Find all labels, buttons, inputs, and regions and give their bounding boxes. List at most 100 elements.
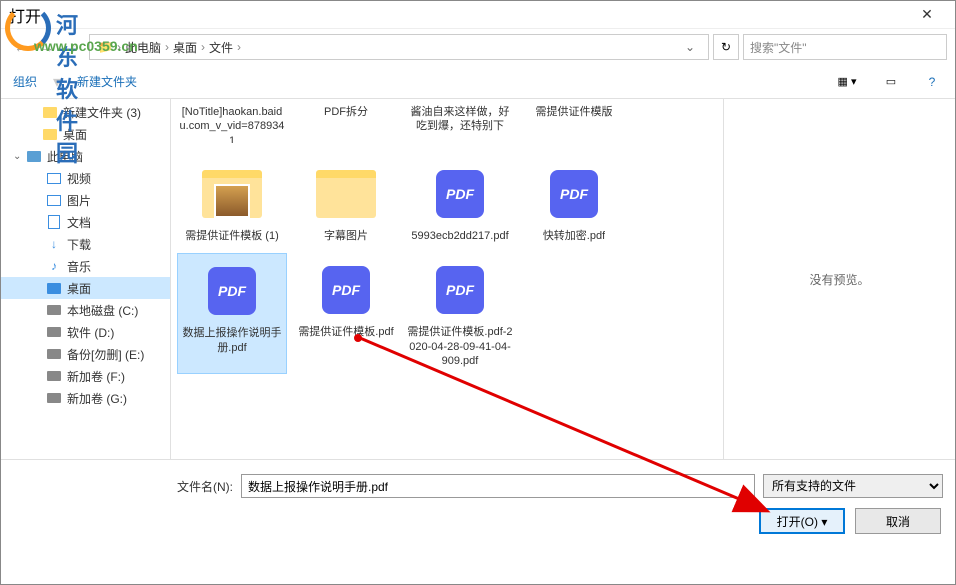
file-label: 需提供证件模板 (1) xyxy=(185,229,279,243)
filename-input[interactable] xyxy=(241,474,755,498)
organize-button[interactable]: 组织 xyxy=(13,73,37,90)
sidebar-item[interactable]: 新建文件夹 (3) xyxy=(1,101,170,123)
title-bar: 打开 ✕ xyxy=(1,1,955,29)
forward-button[interactable]: → xyxy=(35,35,59,59)
img-icon xyxy=(45,192,63,208)
sidebar-item[interactable]: 桌面 xyxy=(1,123,170,145)
sidebar-item-label: 新建文件夹 (3) xyxy=(63,104,141,121)
file-label: 数据上报操作说明手册.pdf xyxy=(180,326,284,355)
breadcrumb-part[interactable]: 桌面 xyxy=(173,39,197,56)
toolbar: 组织 ▾ 新建文件夹 ▦ ▾ ▭ ? xyxy=(1,65,955,99)
disk-icon xyxy=(45,390,63,406)
nav-bar: ← → ↑ 📁 › 此电脑 › 桌面 › 文件 › ⌄ ↻ 搜索"文件" xyxy=(1,29,955,65)
sidebar-item-label: 软件 (D:) xyxy=(67,324,114,341)
breadcrumb-part[interactable]: 此电脑 xyxy=(125,39,161,56)
sidebar-item[interactable]: 新加卷 (F:) xyxy=(1,365,170,387)
disk-icon xyxy=(45,346,63,362)
file-label: 需提供证件模版 xyxy=(536,105,613,119)
file-area: [NoTitle]haokan.baidu.com_v_vid=8789341 P… xyxy=(171,99,955,459)
sidebar-item-label: 新加卷 (G:) xyxy=(67,390,127,407)
sidebar-item-label: 桌面 xyxy=(63,126,87,143)
search-input[interactable]: 搜索"文件" xyxy=(743,34,947,60)
open-button[interactable]: 打开(O) ▾ xyxy=(759,508,845,534)
sidebar-item[interactable]: 视频 xyxy=(1,167,170,189)
new-folder-button[interactable]: 新建文件夹 xyxy=(77,73,137,90)
desktop-icon xyxy=(45,280,63,296)
sidebar-item[interactable]: ⌄此电脑 xyxy=(1,145,170,167)
sidebar-item-label: 此电脑 xyxy=(47,148,83,165)
file-item[interactable]: PDF 需提供证件模板.pdf xyxy=(291,253,401,374)
file-label: 5993ecb2dd217.pdf xyxy=(411,229,508,243)
breadcrumb[interactable]: 📁 › 此电脑 › 桌面 › 文件 › ⌄ xyxy=(89,34,709,60)
no-preview-text: 没有预览。 xyxy=(809,271,869,288)
file-label: 酱油自来这样做，好吃到爆，还特别下 xyxy=(407,105,513,134)
back-button[interactable]: ← xyxy=(9,35,33,59)
sidebar-item-label: 音乐 xyxy=(67,258,91,275)
file-item[interactable]: PDF 快转加密.pdf xyxy=(519,157,629,249)
music-icon xyxy=(45,258,63,274)
pdf-icon: PDF xyxy=(208,267,256,315)
sidebar-item[interactable]: 备份[勿删] (E:) xyxy=(1,343,170,365)
file-item[interactable]: 酱油自来这样做，好吃到爆，还特别下 xyxy=(405,105,515,149)
file-item[interactable]: PDF 数据上报操作说明手册.pdf xyxy=(177,253,287,374)
sidebar-item-label: 下载 xyxy=(67,236,91,253)
file-label: 字幕图片 xyxy=(324,229,368,243)
video-icon xyxy=(45,170,63,186)
file-grid[interactable]: [NoTitle]haokan.baidu.com_v_vid=8789341 P… xyxy=(171,99,723,459)
sidebar-item-label: 图片 xyxy=(67,192,91,209)
file-item[interactable]: 字幕图片 xyxy=(291,157,401,249)
filetype-select[interactable]: 所有支持的文件 xyxy=(763,474,943,498)
breadcrumb-part[interactable]: 文件 xyxy=(209,39,233,56)
view-button[interactable]: ▦ ▾ xyxy=(833,71,861,93)
sidebar-item[interactable]: 图片 xyxy=(1,189,170,211)
file-item[interactable]: PDF需提供证件模板.pdf-2020-04-28-09-41-04-909.p… xyxy=(405,253,515,374)
sidebar-item[interactable]: 桌面 xyxy=(1,277,170,299)
sidebar: 新建文件夹 (3)桌面⌄此电脑视频图片文档下载音乐桌面本地磁盘 (C:)软件 (… xyxy=(1,99,171,459)
sidebar-item-label: 桌面 xyxy=(67,280,91,297)
dialog-body: 新建文件夹 (3)桌面⌄此电脑视频图片文档下载音乐桌面本地磁盘 (C:)软件 (… xyxy=(1,99,955,459)
preview-pane: 没有预览。 xyxy=(723,99,955,459)
sidebar-item[interactable]: 文档 xyxy=(1,211,170,233)
pdf-icon: PDF xyxy=(436,266,484,314)
sidebar-item[interactable]: 软件 (D:) xyxy=(1,321,170,343)
file-item[interactable]: PDF 5993ecb2dd217.pdf xyxy=(405,157,515,249)
pc-icon xyxy=(25,148,43,164)
file-item[interactable]: 需提供证件模板 (1) xyxy=(177,157,287,249)
file-label: [NoTitle]haokan.baidu.com_v_vid=8789341 xyxy=(179,105,285,143)
sidebar-item[interactable]: 下载 xyxy=(1,233,170,255)
help-button[interactable]: ? xyxy=(921,71,943,93)
sidebar-item-label: 文档 xyxy=(67,214,91,231)
down-icon xyxy=(45,236,63,252)
refresh-button[interactable]: ↻ xyxy=(713,34,739,60)
open-dialog: 打开 ✕ ← → ↑ 📁 › 此电脑 › 桌面 › 文件 › ⌄ ↻ 搜索"文件… xyxy=(0,0,956,585)
sidebar-item[interactable]: 本地磁盘 (C:) xyxy=(1,299,170,321)
file-label: 快转加密.pdf xyxy=(543,229,605,243)
breadcrumb-dropdown[interactable]: ⌄ xyxy=(680,40,700,54)
file-item[interactable]: [NoTitle]haokan.baidu.com_v_vid=8789341 xyxy=(177,105,287,149)
file-item[interactable]: PDF拆分 xyxy=(291,105,401,149)
up-button[interactable]: ↑ xyxy=(61,35,85,59)
sidebar-item[interactable]: 新加卷 (G:) xyxy=(1,387,170,409)
pdf-icon: PDF xyxy=(322,266,370,314)
sidebar-item-label: 新加卷 (F:) xyxy=(67,368,125,385)
folder-icon xyxy=(41,104,59,120)
filename-label: 文件名(N): xyxy=(13,478,233,495)
folder-icon xyxy=(41,126,59,142)
preview-button[interactable]: ▭ xyxy=(877,71,905,93)
disk-icon xyxy=(45,368,63,384)
file-item[interactable]: 需提供证件模版 xyxy=(519,105,629,149)
sidebar-item[interactable]: 音乐 xyxy=(1,255,170,277)
close-button[interactable]: ✕ xyxy=(907,6,947,23)
pdf-icon: PDF xyxy=(550,170,598,218)
file-label: 需提供证件模板.pdf xyxy=(298,325,393,339)
sidebar-item-label: 视频 xyxy=(67,170,91,187)
sidebar-item-label: 备份[勿删] (E:) xyxy=(67,346,144,363)
disk-icon xyxy=(45,324,63,340)
cancel-button[interactable]: 取消 xyxy=(855,508,941,534)
disk-icon xyxy=(45,302,63,318)
file-label: PDF拆分 xyxy=(324,105,368,119)
pdf-icon: PDF xyxy=(436,170,484,218)
sidebar-item-label: 本地磁盘 (C:) xyxy=(67,302,138,319)
folder-icon xyxy=(316,170,376,218)
dialog-title: 打开 xyxy=(9,3,41,27)
